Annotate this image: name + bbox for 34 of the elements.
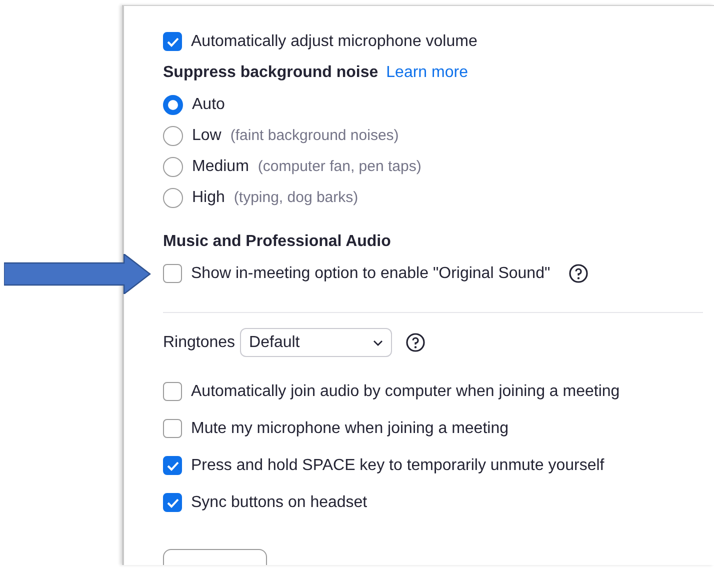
ringtones-label: Ringtones — [163, 334, 236, 352]
help-icon[interactable] — [569, 264, 588, 283]
checkbox-label: Automatically join audio by computer when joining a meeting — [191, 382, 620, 400]
radio-button[interactable] — [163, 188, 183, 208]
checkbox-label: Sync buttons on headset — [191, 494, 368, 512]
checkbox[interactable] — [163, 32, 182, 51]
checkbox[interactable] — [163, 493, 182, 512]
check-icon — [166, 36, 178, 46]
radio-button[interactable] — [163, 156, 183, 176]
radio-label: Auto — [192, 96, 225, 114]
checkbox[interactable] — [163, 264, 182, 283]
radio-hint: (faint background noises) — [230, 127, 399, 144]
check-icon — [166, 460, 178, 470]
section-heading: Suppress background noise — [163, 64, 378, 82]
radio-hint: (computer fan, pen taps) — [258, 158, 422, 175]
checkbox[interactable] — [163, 456, 182, 475]
ringtone-dropdown[interactable]: Default — [240, 328, 392, 357]
checkbox-label: Show in-meeting option to enable "Original Sound" — [191, 264, 550, 282]
radio-label: Low — [192, 126, 222, 144]
radio-button[interactable] — [163, 126, 183, 146]
chevron-down-icon — [373, 340, 384, 346]
checkbox-label: Automatically adjust microphone volume — [191, 32, 478, 50]
radio-label: High — [192, 188, 225, 206]
radio-button[interactable] — [163, 94, 183, 114]
radio-hint: (typing, dog barks) — [234, 189, 358, 206]
section-heading: Music and Professional Audio — [163, 233, 391, 251]
learn-more-link[interactable]: Learn more — [386, 64, 468, 82]
checkbox-label: Press and hold SPACE key to temporarily unmute yourself — [191, 456, 604, 474]
checkbox-label: Mute my microphone when joining a meeting — [191, 420, 508, 438]
checkbox[interactable] — [163, 382, 182, 401]
checkbox[interactable] — [163, 419, 182, 438]
check-icon — [166, 498, 178, 508]
help-icon[interactable] — [406, 333, 426, 352]
radio-label: Medium — [192, 158, 249, 176]
